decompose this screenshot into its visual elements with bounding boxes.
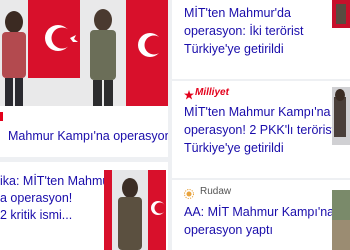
news-card-rudaw[interactable]: Rudaw AA: MİT Mahmur Kampı'na operasyon … <box>172 180 350 250</box>
headline[interactable]: Mahmur Kampı'na operasyon <box>8 129 168 144</box>
news-photo-thumbnail <box>332 87 350 145</box>
news-card-top-left[interactable]: Mahmur Kampı'na operasyon <box>0 0 168 157</box>
news-card-bottom-left[interactable]: ika: MİT'ten Mahmur a operasyon! 2 kriti… <box>0 162 168 250</box>
news-photo-two-suspects <box>0 0 168 106</box>
headline-line-2[interactable]: operasyon! 2 PKK'lı terörist <box>184 123 335 138</box>
source-name: Rudaw <box>200 186 232 197</box>
rudaw-logo-icon <box>184 186 194 199</box>
headline-line-1[interactable]: MİT'ten Mahmur Kampı'na <box>184 105 331 120</box>
headline-line-2[interactable]: operasyon yaptı <box>184 223 273 238</box>
source-name: Milliyet <box>195 87 229 98</box>
news-card-top-right[interactable]: MİT'ten Mahmur'da operasyon: İki teröris… <box>172 0 350 79</box>
headline-line-1[interactable]: AA: MİT Mahmur Kampı'na <box>184 205 334 220</box>
headline-line-3[interactable]: 2 kritik ismi... <box>0 208 72 223</box>
headline-line-2[interactable]: operasyon: İki terörist <box>184 24 304 39</box>
headline-line-2[interactable]: a operasyon! <box>0 191 72 206</box>
news-photo-suspect <box>104 170 166 250</box>
source-logo-fragment <box>0 112 3 121</box>
news-photo-thumbnail <box>332 0 350 28</box>
headline-line-1[interactable]: ika: MİT'ten Mahmur <box>0 174 114 189</box>
news-photo-thumbnail <box>332 190 350 250</box>
news-card-milliyet[interactable]: Milliyet MİT'ten Mahmur Kampı'na operasy… <box>172 81 350 178</box>
milliyet-logo-icon <box>184 87 194 100</box>
headline-line-3[interactable]: Türkiye'ye getirildi <box>184 42 284 57</box>
headline-line-1[interactable]: MİT'ten Mahmur'da <box>184 6 291 21</box>
headline-line-3[interactable]: Türkiye'ye getirildi <box>184 141 284 156</box>
